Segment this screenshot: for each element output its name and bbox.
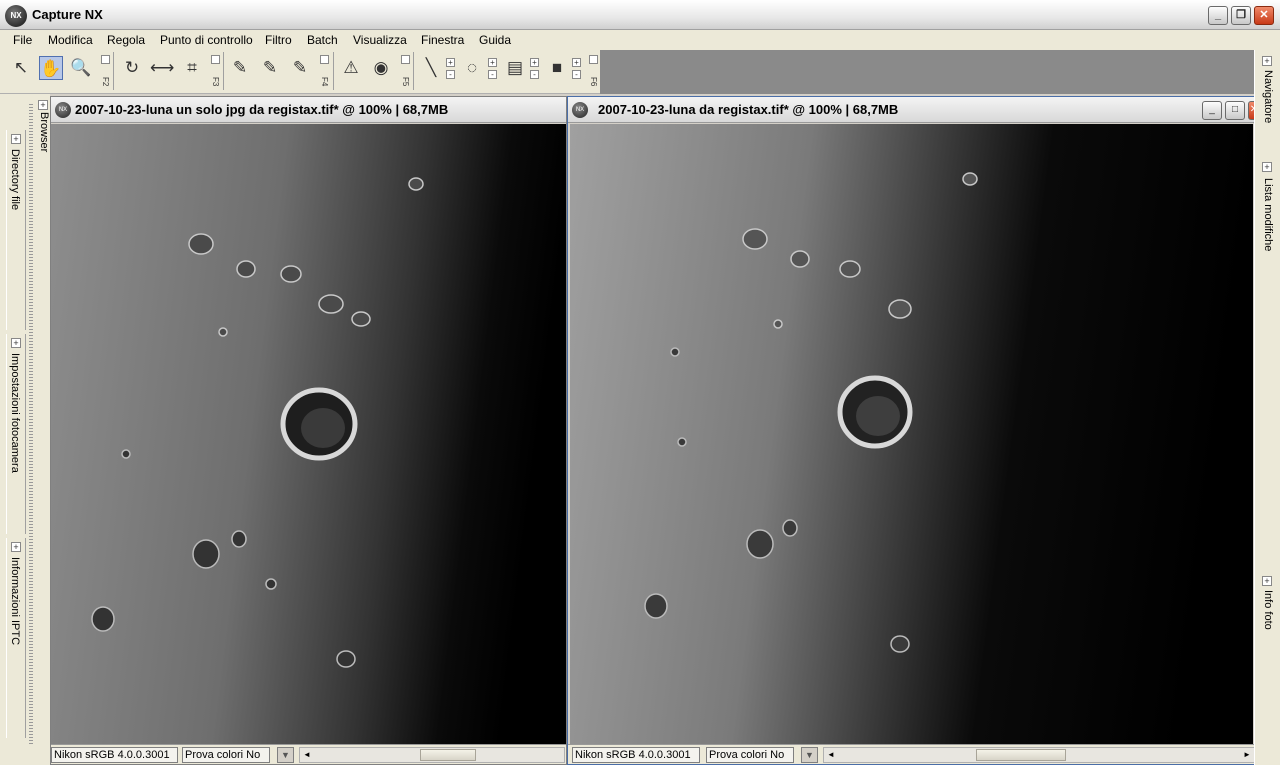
document-1-scroll-thumb[interactable] — [420, 749, 476, 761]
hand-tool-icon[interactable]: ✋ — [39, 56, 63, 80]
toolbar-separator — [113, 52, 114, 90]
toolbar-empty-area — [600, 50, 1254, 94]
fill-plus-button[interactable]: + — [572, 58, 581, 67]
toolbar-separator — [223, 52, 224, 90]
capture-nx-logo-icon: NX — [5, 5, 27, 27]
document-1-softproof-dropdown-icon[interactable]: ▼ — [277, 747, 294, 763]
direct-select-tool-icon[interactable]: ↖ — [9, 56, 33, 80]
eye-tool-icon[interactable]: ◉ — [369, 56, 393, 80]
menu-guida[interactable]: Guida — [479, 33, 511, 47]
document-2-scroll-thumb[interactable] — [976, 749, 1066, 761]
menu-batch[interactable]: Batch — [307, 33, 338, 47]
menu-modifica[interactable]: Modifica — [48, 33, 93, 47]
camera-settings-label[interactable]: Impostazioni fotocamera — [9, 353, 21, 473]
lasso-tool-icon[interactable]: ◌ — [460, 56, 484, 80]
directory-file-label[interactable]: Directory file — [9, 149, 21, 210]
fkey-f6: F6 — [589, 77, 598, 87]
brush-plus-button[interactable]: + — [446, 58, 455, 67]
black-control-point-tool-icon[interactable]: ✎ — [228, 56, 252, 80]
group3-toggle[interactable] — [320, 55, 329, 64]
gradient-plus-button[interactable]: + — [530, 58, 539, 67]
document-2-minimize-button[interactable]: _ — [1202, 101, 1222, 120]
navigator-expand-button[interactable]: + — [1262, 56, 1272, 66]
toolbar: ↖ ✋ 🔍 F2 ↻ ⟷ ⌗ F3 ✎ ✎ ✎ F4 ⚠ ◉ F5 ╲ + - … — [0, 50, 600, 94]
menu-punto-di-controllo[interactable]: Punto di controllo — [160, 33, 253, 47]
document-2-nx-icon: NX — [572, 102, 588, 118]
menu-file[interactable]: File — [13, 33, 32, 47]
white-control-point-tool-icon[interactable]: ✎ — [258, 56, 282, 80]
fkey-f5: F5 — [401, 77, 410, 87]
fkey-f2: F2 — [101, 77, 110, 87]
rotate-tool-icon[interactable]: ↻ — [120, 56, 144, 80]
menu-filtro[interactable]: Filtro — [265, 33, 292, 47]
minimize-button[interactable]: _ — [1208, 6, 1228, 25]
close-button[interactable]: ✕ — [1254, 6, 1274, 25]
gradient-minus-button[interactable]: - — [530, 70, 539, 79]
document-1-scroll-left-icon[interactable]: ◄ — [300, 748, 314, 762]
menu-regola[interactable]: Regola — [107, 33, 145, 47]
fill-remove-tool-icon[interactable]: ■ — [545, 56, 569, 80]
lasso-plus-button[interactable]: + — [488, 58, 497, 67]
fkey-f4: F4 — [320, 77, 329, 87]
crop-tool-icon[interactable]: ⌗ — [180, 56, 204, 80]
edit-list-expand-button[interactable]: + — [1262, 162, 1272, 172]
group4-toggle[interactable] — [401, 55, 410, 64]
fill-minus-button[interactable]: - — [572, 70, 581, 79]
camera-settings-expand-button[interactable]: + — [11, 338, 21, 348]
edit-list-label[interactable]: Lista modifiche — [1262, 178, 1274, 251]
document-window-2: NX 2007-10-23-luna da registax.tif* @ 10… — [567, 96, 1261, 765]
document-1-image[interactable] — [51, 124, 566, 744]
document-2-color-profile: Nikon sRGB 4.0.0.3001 — [572, 747, 700, 763]
menu-finestra[interactable]: Finestra — [421, 33, 464, 47]
app-title: Capture NX — [32, 7, 103, 22]
document-1-hscrollbar[interactable]: ◄ — [299, 747, 565, 763]
iptc-info-label[interactable]: Informazioni IPTC — [9, 557, 21, 645]
document-2-statusbar: Nikon sRGB 4.0.0.3001 Prova colori No ▼ … — [568, 744, 1260, 764]
document-2-maximize-button[interactable]: □ — [1225, 101, 1245, 120]
document-1-statusbar: Nikon sRGB 4.0.0.3001 Prova colori No ▼ … — [51, 744, 566, 764]
restore-button[interactable]: ❐ — [1231, 6, 1251, 25]
document-window-1: NX 2007-10-23-luna un solo jpg da regist… — [50, 96, 567, 765]
document-2-scroll-right-icon[interactable]: ► — [1240, 748, 1254, 762]
document-2-hscrollbar[interactable]: ◄ ► — [823, 747, 1255, 763]
zoom-tool-icon[interactable]: 🔍 — [69, 56, 93, 80]
navigator-label[interactable]: Navigatore — [1262, 70, 1274, 123]
straighten-tool-icon[interactable]: ⟷ — [150, 56, 174, 80]
red-eye-tool-icon[interactable]: ⚠ — [339, 56, 363, 80]
document-2-image[interactable] — [570, 124, 1253, 744]
browser-tab-label[interactable]: Browser — [38, 112, 50, 152]
document-1-title: 2007-10-23-luna un solo jpg da registax.… — [75, 102, 449, 117]
toolbar-separator — [333, 52, 334, 90]
brush-minus-button[interactable]: - — [446, 70, 455, 79]
iptc-info-expand-button[interactable]: + — [11, 542, 21, 552]
right-panel: + Navigatore + Lista modifiche + Info fo… — [1254, 50, 1280, 765]
directory-file-expand-button[interactable]: + — [11, 134, 21, 144]
document-2-softproof[interactable]: Prova colori No — [706, 747, 794, 763]
document-2-softproof-dropdown-icon[interactable]: ▼ — [801, 747, 818, 763]
photo-info-expand-button[interactable]: + — [1262, 576, 1272, 586]
gradient-tool-icon[interactable]: ▤ — [503, 56, 527, 80]
group2-toggle[interactable] — [211, 55, 220, 64]
document-2-title: 2007-10-23-luna da registax.tif* @ 100% … — [598, 102, 899, 117]
neutral-control-point-tool-icon[interactable]: ✎ — [288, 56, 312, 80]
fkey-f3: F3 — [211, 77, 220, 87]
group1-toggle[interactable] — [101, 55, 110, 64]
left-panel-grip[interactable] — [29, 104, 33, 744]
app-titlebar: NX Capture NX _ ❐ ✕ — [0, 0, 1280, 30]
lasso-minus-button[interactable]: - — [488, 70, 497, 79]
browser-expand-button[interactable]: + — [38, 100, 48, 110]
group5-toggle[interactable] — [589, 55, 598, 64]
photo-info-label[interactable]: Info foto — [1262, 590, 1274, 630]
document-2-titlebar[interactable]: NX 2007-10-23-luna da registax.tif* @ 10… — [568, 97, 1260, 123]
document-1-titlebar[interactable]: NX 2007-10-23-luna un solo jpg da regist… — [51, 97, 566, 123]
document-1-color-profile: Nikon sRGB 4.0.0.3001 — [51, 747, 178, 763]
menubar: File Modifica Regola Punto di controllo … — [0, 30, 1280, 50]
selection-brush-tool-icon[interactable]: ╲ — [419, 56, 443, 80]
menu-visualizza[interactable]: Visualizza — [353, 33, 407, 47]
document-1-softproof[interactable]: Prova colori No — [182, 747, 270, 763]
document-2-scroll-left-icon[interactable]: ◄ — [824, 748, 838, 762]
toolbar-separator — [413, 52, 414, 90]
document-1-nx-icon: NX — [55, 102, 71, 118]
left-panel: + Directory file + Impostazioni fotocame… — [0, 94, 50, 765]
